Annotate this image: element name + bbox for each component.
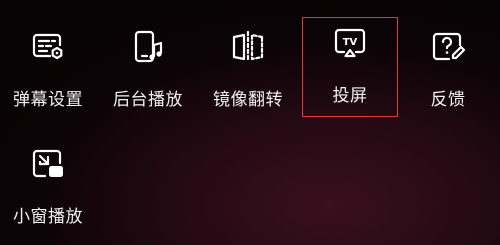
player-options-menu: 弹幕设置 后台播放 镜像翻转 TV 投屏 反馈 小窗播放 [0,0,500,245]
mirror-flip-label: 镜像翻转 [213,90,283,110]
mini-window-play-button[interactable]: 小窗播放 [0,124,96,227]
mirror-flip-icon [230,29,266,65]
danmaku-settings-button[interactable]: 弹幕设置 [0,7,96,110]
background-play-label: 后台播放 [113,90,183,110]
phone-music-icon [130,29,166,65]
screen-cast-button[interactable]: TV 投屏 [302,17,398,117]
svg-text:TV: TV [343,37,358,48]
danmaku-settings-label: 弹幕设置 [13,90,83,110]
picture-in-picture-icon [30,146,66,182]
mirror-flip-button[interactable]: 镜像翻转 [200,7,296,110]
feedback-label: 反馈 [430,90,466,110]
screen-cast-label: 投屏 [332,86,368,106]
danmaku-settings-icon [30,29,66,65]
mini-window-play-label: 小窗播放 [13,207,83,227]
feedback-button[interactable]: 反馈 [400,7,496,110]
feedback-question-icon [430,29,466,65]
tv-cast-icon: TV [332,25,368,61]
background-play-button[interactable]: 后台播放 [100,7,196,110]
